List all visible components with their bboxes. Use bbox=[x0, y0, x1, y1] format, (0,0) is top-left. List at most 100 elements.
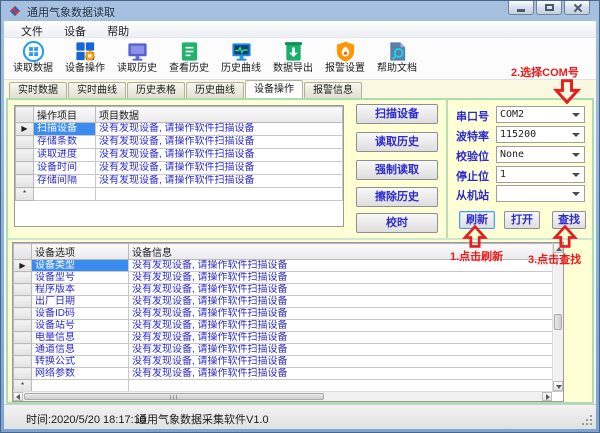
cell-item[interactable]: 出厂日期 bbox=[32, 296, 129, 308]
erase-history-button[interactable]: 擦除历史 bbox=[356, 187, 438, 207]
cell-item[interactable]: 存储条数 bbox=[34, 136, 96, 149]
tab-history-curve[interactable]: 历史曲线 bbox=[186, 82, 244, 98]
serial-port-label: 串口号 bbox=[456, 108, 496, 124]
cell-value[interactable]: 没有发现设备, 请操作软件扫描设备 bbox=[96, 123, 343, 136]
maximize-button[interactable] bbox=[536, 1, 562, 15]
cell-item[interactable]: 存储间隔 bbox=[34, 175, 96, 188]
view-history-icon bbox=[163, 40, 215, 63]
scroll-left-button[interactable] bbox=[13, 392, 23, 401]
tab-realtime-curve[interactable]: 实时曲线 bbox=[68, 82, 126, 98]
toolbar-history-curve[interactable]: 历史曲线 bbox=[215, 38, 267, 79]
toolbar: 读取数据 设备操作 读取历史 查看历史 历史曲线 数据导出 bbox=[4, 38, 596, 80]
toolbar-data-export[interactable]: 数据导出 bbox=[267, 38, 319, 79]
cell-value[interactable]: 没有发现设备, 请操作软件扫描设备 bbox=[129, 284, 563, 296]
horizontal-scrollbar[interactable] bbox=[13, 391, 552, 401]
cell-value[interactable]: 没有发现设备, 请操作软件扫描设备 bbox=[96, 149, 343, 162]
tab-device-operation[interactable]: 设备操作 bbox=[245, 80, 303, 98]
cell-item[interactable]: 电量信息 bbox=[32, 332, 129, 344]
vertical-scroll-thumb[interactable] bbox=[554, 314, 562, 330]
status-time: 时间:2020/5/20 18:17:10 bbox=[26, 411, 146, 427]
table-row-new: * bbox=[16, 188, 343, 201]
annotation-arrow-up-icon bbox=[552, 225, 578, 248]
device-operation-icon bbox=[59, 40, 111, 63]
cell-value[interactable]: 没有发现设备, 请操作软件扫描设备 bbox=[129, 308, 563, 320]
stop-bit-select[interactable]: 1 bbox=[496, 166, 585, 183]
cell-value[interactable]: 没有发现设备, 请操作软件扫描设备 bbox=[129, 356, 563, 368]
new-row-marker: * bbox=[14, 380, 32, 392]
tab-history-table[interactable]: 历史表格 bbox=[127, 82, 185, 98]
cell-value[interactable]: 没有发现设备, 请操作软件扫描设备 bbox=[129, 296, 563, 308]
open-button[interactable]: 打开 bbox=[504, 211, 540, 229]
arrow-right-icon bbox=[546, 394, 550, 400]
cell-item[interactable]: 设备类型 bbox=[32, 260, 129, 272]
table-row: 设备站号 没有发现设备, 请操作软件扫描设备 bbox=[14, 320, 563, 332]
help-doc-icon bbox=[371, 40, 423, 63]
cell-item[interactable]: 设备ID码 bbox=[32, 308, 129, 320]
time-sync-button[interactable]: 校时 bbox=[356, 213, 438, 233]
menu-device[interactable]: 设备 bbox=[55, 21, 95, 39]
minimize-button[interactable] bbox=[508, 1, 534, 15]
tab-realtime-data[interactable]: 实时数据 bbox=[9, 82, 67, 98]
toolbar-view-history[interactable]: 查看历史 bbox=[163, 38, 215, 79]
column-header[interactable]: 设备选项 bbox=[32, 244, 129, 260]
statusbar: 时间:2020/5/20 18:17:10 通用气象数据采集软件V1.0 bbox=[4, 404, 596, 429]
close-button[interactable] bbox=[564, 1, 590, 15]
client-area: 文件 设备 帮助 读取数据 设备操作 读取历史 查看历史 bbox=[4, 21, 596, 429]
cell-value[interactable]: 没有发现设备, 请操作软件扫描设备 bbox=[129, 368, 563, 380]
cell-value[interactable]: 没有发现设备, 请操作软件扫描设备 bbox=[129, 332, 563, 344]
cell-value[interactable]: 没有发现设备, 请操作软件扫描设备 bbox=[96, 175, 343, 188]
menu-help[interactable]: 帮助 bbox=[98, 21, 138, 39]
toolbar-device-operation[interactable]: 设备操作 bbox=[59, 38, 111, 79]
column-header[interactable]: 项目数据 bbox=[96, 107, 343, 123]
toolbar-read-history[interactable]: 读取历史 bbox=[111, 38, 163, 79]
slave-station-label: 从机站 bbox=[456, 187, 496, 203]
table-row: 设备型号 没有发现设备, 请操作软件扫描设备 bbox=[14, 272, 563, 284]
new-row-marker: * bbox=[16, 188, 34, 201]
force-read-button[interactable]: 强制读取 bbox=[356, 160, 438, 180]
column-header[interactable]: 操作项目 bbox=[34, 107, 96, 123]
scroll-down-button[interactable] bbox=[553, 381, 563, 391]
menu-file[interactable]: 文件 bbox=[12, 21, 52, 39]
toolbar-alarm-settings[interactable]: 报警设置 bbox=[319, 38, 371, 79]
device-operation-page: 操作项目 项目数据 ▶ 扫描设备 没有发现设备, 请操作软件扫描设备 存储条数 … bbox=[6, 98, 594, 404]
window-title: 通用气象数据读取 bbox=[27, 4, 115, 20]
cell-item[interactable]: 通道信息 bbox=[32, 344, 129, 356]
cell-item[interactable]: 读取进度 bbox=[34, 149, 96, 162]
horizontal-scroll-thumb[interactable] bbox=[24, 393, 324, 400]
baud-rate-select[interactable]: 115200 bbox=[496, 126, 585, 143]
cell-item[interactable]: 程序版本 bbox=[32, 284, 129, 296]
minimize-icon bbox=[517, 9, 525, 12]
scroll-right-button[interactable] bbox=[542, 392, 552, 401]
cell-item[interactable]: 设备站号 bbox=[32, 320, 129, 332]
table-row: 存储条数 没有发现设备, 请操作软件扫描设备 bbox=[16, 136, 343, 149]
read-history-button[interactable]: 读取历史 bbox=[356, 132, 438, 152]
cell-value[interactable]: 没有发现设备, 请操作软件扫描设备 bbox=[96, 136, 343, 149]
annotation-arrow-down-icon bbox=[553, 79, 581, 104]
slave-station-select[interactable] bbox=[496, 185, 585, 202]
row-marker: ▶ bbox=[14, 260, 32, 272]
resize-grip[interactable] bbox=[590, 423, 592, 425]
table-row: 设备时间 没有发现设备, 请操作软件扫描设备 bbox=[16, 162, 343, 175]
status-app-name: 通用气象数据采集软件V1.0 bbox=[136, 411, 269, 427]
serial-port-select[interactable]: COM2 bbox=[496, 106, 585, 123]
cell-item[interactable]: 扫描设备 bbox=[34, 123, 96, 136]
cell-value[interactable]: 没有发现设备, 请操作软件扫描设备 bbox=[129, 320, 563, 332]
cell-item[interactable]: 转换公式 bbox=[32, 356, 129, 368]
alarm-settings-icon bbox=[319, 40, 371, 63]
cell-item[interactable]: 网络参数 bbox=[32, 368, 129, 380]
history-curve-icon bbox=[215, 40, 267, 63]
tab-alarm-info[interactable]: 报警信息 bbox=[304, 82, 362, 98]
toolbar-help-doc[interactable]: 帮助文档 bbox=[371, 38, 423, 79]
cell-value[interactable]: 没有发现设备, 请操作软件扫描设备 bbox=[96, 162, 343, 175]
table-row: 转换公式 没有发现设备, 请操作软件扫描设备 bbox=[14, 356, 563, 368]
toolbar-read-data[interactable]: 读取数据 bbox=[7, 38, 59, 79]
cell-value[interactable]: 没有发现设备, 请操作软件扫描设备 bbox=[129, 344, 563, 356]
cell-item[interactable]: 设备型号 bbox=[32, 272, 129, 284]
parity-select[interactable]: None bbox=[496, 146, 585, 163]
read-history-icon bbox=[111, 40, 163, 63]
titlebar[interactable]: 通用气象数据读取 bbox=[1, 1, 599, 21]
cell-item[interactable]: 设备时间 bbox=[34, 162, 96, 175]
operation-table: 操作项目 项目数据 ▶ 扫描设备 没有发现设备, 请操作软件扫描设备 存储条数 … bbox=[14, 105, 344, 227]
scan-device-button[interactable]: 扫描设备 bbox=[356, 104, 438, 124]
cell-value[interactable]: 没有发现设备, 请操作软件扫描设备 bbox=[129, 272, 563, 284]
